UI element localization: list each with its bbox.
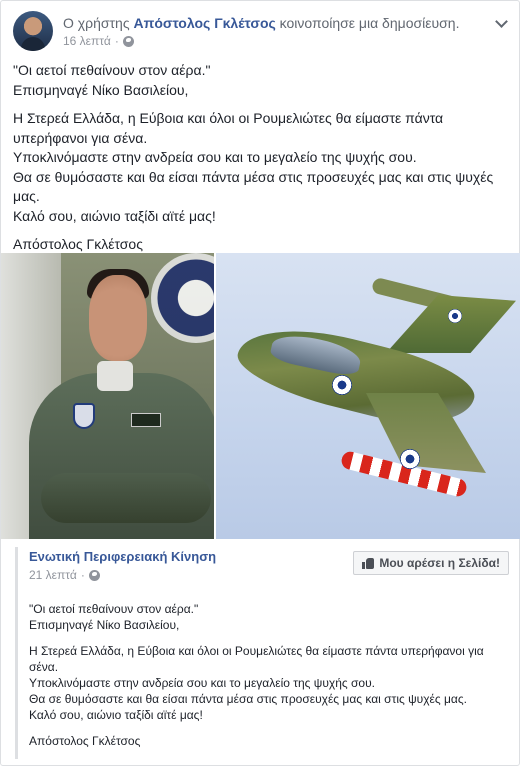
roundel-icon xyxy=(400,449,420,469)
shared-line: Καλό σου, αιώνιο ταξίδι αϊτέ μας! xyxy=(29,708,203,722)
roundel-icon xyxy=(332,375,352,395)
shared-post: Ενωτική Περιφερειακή Κίνηση 21 λεπτά · Μ… xyxy=(15,547,509,759)
name-patch xyxy=(131,413,161,427)
post-paragraph: Η Στερεά Ελλάδα, η Εύβοια και όλοι οι Ρο… xyxy=(13,109,509,226)
shared-page-name-link[interactable]: Ενωτική Περιφερειακή Κίνηση xyxy=(29,549,216,565)
author-name-link[interactable]: Απόστολος Γκλέτσος xyxy=(133,15,275,31)
jet-photo[interactable] xyxy=(216,253,520,539)
post-paragraph: Απόστολος Γκλέτσος xyxy=(13,235,509,255)
post-line: "Οι αετοί πεθαίνουν στον αέρα." xyxy=(13,62,211,78)
avatar[interactable] xyxy=(13,11,53,51)
like-page-label: Μου αρέσει η Σελίδα! xyxy=(379,556,500,570)
post-signature: Απόστολος Γκλέτσος xyxy=(13,236,143,252)
headline-prefix: Ο χρήστης xyxy=(63,15,134,31)
globe-icon[interactable] xyxy=(122,35,134,47)
photo-background-roundel xyxy=(151,253,214,343)
post-headline: Ο χρήστης Απόστολος Γκλέτσος κοινοποίησε… xyxy=(63,14,459,32)
shared-line: σένα. xyxy=(29,660,59,674)
meta-separator: · xyxy=(114,34,119,48)
shared-paragraph: "Οι αετοί πεθαίνουν στον αέρα." Επισμηνα… xyxy=(29,601,499,633)
post-line: Θα σε θυμόσαστε και θα είσαι πάντα μέσα … xyxy=(13,168,494,185)
shared-meta: 21 λεπτά · xyxy=(29,567,100,583)
pilot-photo[interactable] xyxy=(1,253,214,539)
post-paragraph: "Οι αετοί πεθαίνουν στον αέρα." Επισμηνα… xyxy=(13,61,509,100)
pilot-face xyxy=(89,275,147,361)
squadron-patch xyxy=(73,403,95,429)
shared-line: "Οι αετοί πεθαίνουν στον αέρα." xyxy=(29,602,199,616)
shared-line: Θα σε θυμόσαστε και θα είσαι πάντα μέσα … xyxy=(29,692,467,706)
post-line: υπερήφανοι για σένα. xyxy=(13,129,148,146)
post-line: Η Στερεά Ελλάδα, η Εύβοια και όλοι οι Ρο… xyxy=(13,110,444,126)
chevron-down-icon[interactable] xyxy=(493,15,509,31)
shared-line: Η Στερεά Ελλάδα, η Εύβοια και όλοι οι Ρο… xyxy=(29,644,484,658)
post-line: Υποκλινόμαστε στην ανδρεία σου και το με… xyxy=(13,149,417,165)
pilot-collar xyxy=(97,361,133,391)
pilot-crossed-arms xyxy=(41,473,211,523)
post-text: "Οι αετοί πεθαίνουν στον αέρα." Επισμηνα… xyxy=(13,61,509,264)
headline-action: κοινοποίησε μια δημοσίευση. xyxy=(275,15,460,31)
shared-timestamp[interactable]: 21 λεπτά xyxy=(29,567,77,583)
shared-text: "Οι αετοί πεθαίνουν στον αέρα." Επισμηνα… xyxy=(29,601,499,759)
post-timestamp[interactable]: 16 λεπτά xyxy=(63,33,111,49)
thumb-up-icon xyxy=(362,557,375,569)
shared-signature: Απόστολος Γκλέτσος xyxy=(29,734,141,748)
globe-icon[interactable] xyxy=(88,569,100,581)
post-line: μας. xyxy=(13,188,40,204)
meta-separator: · xyxy=(80,568,85,582)
post-card: Ο χρήστης Απόστολος Γκλέτσος κοινοποίησε… xyxy=(0,0,520,766)
jet-wing-top xyxy=(386,295,516,353)
post-line: Επισμηναγέ Νίκο Βασιλείου, xyxy=(13,81,189,98)
shared-paragraph: Απόστολος Γκλέτσος xyxy=(29,733,499,749)
post-header: Ο χρήστης Απόστολος Γκλέτσος κοινοποίησε… xyxy=(13,11,509,51)
post-meta: 16 λεπτά · xyxy=(63,33,134,49)
shared-line: Επισμηναγέ Νίκο Βασιλείου, xyxy=(29,618,180,632)
shared-line: Υποκλινόμαστε στην ανδρεία σου και το με… xyxy=(29,676,375,690)
shared-paragraph: Η Στερεά Ελλάδα, η Εύβοια και όλοι οι Ρο… xyxy=(29,643,499,723)
like-page-button[interactable]: Μου αρέσει η Σελίδα! xyxy=(353,551,509,575)
post-photo[interactable] xyxy=(1,253,520,539)
post-line: Καλό σου, αιώνιο ταξίδι αϊτέ μας! xyxy=(13,207,216,224)
roundel-icon xyxy=(448,309,462,323)
